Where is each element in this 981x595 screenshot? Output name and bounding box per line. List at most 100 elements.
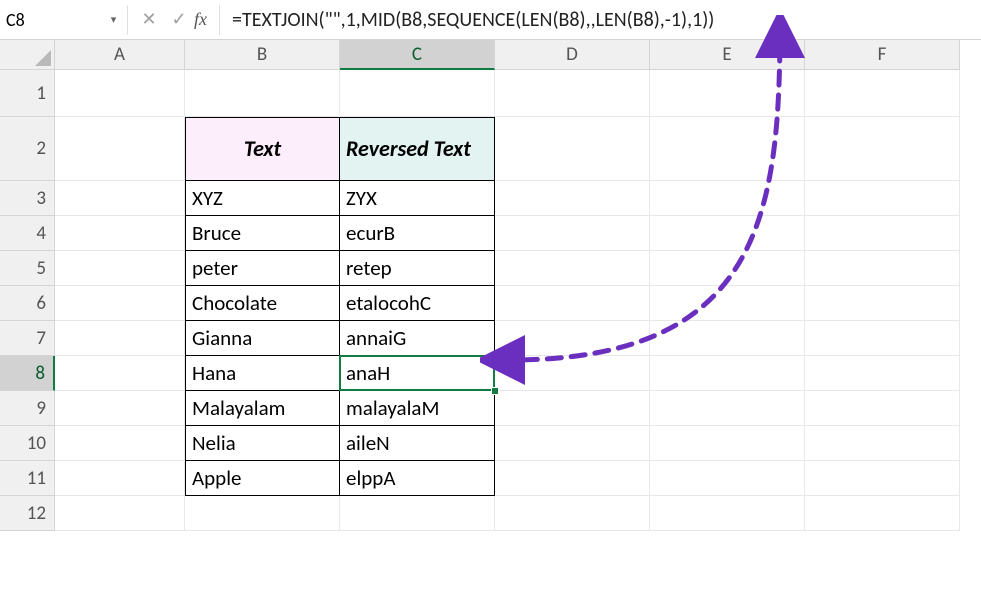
cell-F6[interactable] bbox=[805, 286, 960, 321]
cell-C7[interactable]: annaiG bbox=[340, 321, 495, 356]
spreadsheet-grid: A B C D E F 1 2 3 4 5 6 7 8 9 10 11 12 T… bbox=[0, 40, 981, 531]
cell-F8[interactable] bbox=[805, 356, 960, 391]
row-header-6[interactable]: 6 bbox=[0, 286, 55, 321]
column-header-C[interactable]: C bbox=[340, 40, 495, 70]
row-header-8[interactable]: 8 bbox=[0, 356, 55, 391]
cell-F5[interactable] bbox=[805, 251, 960, 286]
cell-D1[interactable] bbox=[495, 70, 650, 117]
cell-C4[interactable]: ecurB bbox=[340, 216, 495, 251]
column-header-B[interactable]: B bbox=[185, 40, 340, 70]
formula-input[interactable]: =TEXTJOIN("",1,MID(B8,SEQUENCE(LEN(B8),,… bbox=[219, 5, 981, 35]
fill-handle[interactable] bbox=[491, 387, 499, 395]
row-header-9[interactable]: 9 bbox=[0, 391, 55, 426]
cell-A3[interactable] bbox=[55, 181, 185, 216]
cell-D3[interactable] bbox=[495, 181, 650, 216]
name-box-dropdown[interactable]: ▾ bbox=[100, 5, 128, 35]
cell-B6[interactable]: Chocolate bbox=[185, 286, 340, 321]
column-header-E[interactable]: E bbox=[650, 40, 805, 70]
column-header-A[interactable]: A bbox=[55, 40, 185, 70]
cell-C1[interactable] bbox=[340, 70, 495, 117]
cell-B9[interactable]: Malayalam bbox=[185, 391, 340, 426]
cell-E7[interactable] bbox=[650, 321, 805, 356]
cell-C9[interactable]: malayalaM bbox=[340, 391, 495, 426]
cell-B5[interactable]: peter bbox=[185, 251, 340, 286]
cell-F3[interactable] bbox=[805, 181, 960, 216]
cell-F7[interactable] bbox=[805, 321, 960, 356]
cell-A6[interactable] bbox=[55, 286, 185, 321]
cell-C3[interactable]: ZYX bbox=[340, 181, 495, 216]
column-header-F[interactable]: F bbox=[805, 40, 960, 70]
cell-E2[interactable] bbox=[650, 117, 805, 181]
cell-A12[interactable] bbox=[55, 496, 185, 531]
row-header-4[interactable]: 4 bbox=[0, 216, 55, 251]
cell-D9[interactable] bbox=[495, 391, 650, 426]
cell-B7[interactable]: Gianna bbox=[185, 321, 340, 356]
cell-E5[interactable] bbox=[650, 251, 805, 286]
cell-B8[interactable]: Hana bbox=[185, 356, 340, 391]
cell-A8[interactable] bbox=[55, 356, 185, 391]
cell-B11[interactable]: Apple bbox=[185, 461, 340, 496]
cell-C6[interactable]: etalocohC bbox=[340, 286, 495, 321]
insert-function-button[interactable]: fx bbox=[194, 9, 207, 30]
cell-D4[interactable] bbox=[495, 216, 650, 251]
row-header-5[interactable]: 5 bbox=[0, 251, 55, 286]
cell-C10[interactable]: aileN bbox=[340, 426, 495, 461]
cell-A4[interactable] bbox=[55, 216, 185, 251]
row-header-10[interactable]: 10 bbox=[0, 426, 55, 461]
cell-F4[interactable] bbox=[805, 216, 960, 251]
cell-C8[interactable]: anaH bbox=[340, 356, 495, 391]
name-box[interactable]: C8 bbox=[0, 5, 100, 35]
cell-E10[interactable] bbox=[650, 426, 805, 461]
cell-C12[interactable] bbox=[340, 496, 495, 531]
cell-F9[interactable] bbox=[805, 391, 960, 426]
cell-E3[interactable] bbox=[650, 181, 805, 216]
cell-A1[interactable] bbox=[55, 70, 185, 117]
cell-E1[interactable] bbox=[650, 70, 805, 117]
select-all-triangle[interactable] bbox=[0, 40, 55, 70]
cell-C2[interactable]: Reversed Text bbox=[340, 117, 495, 181]
row-header-11[interactable]: 11 bbox=[0, 461, 55, 496]
cell-E12[interactable] bbox=[650, 496, 805, 531]
cell-A10[interactable] bbox=[55, 426, 185, 461]
column-header-D[interactable]: D bbox=[495, 40, 650, 70]
cell-B2[interactable]: Text bbox=[185, 117, 340, 181]
cell-A9[interactable] bbox=[55, 391, 185, 426]
cell-F2[interactable] bbox=[805, 117, 960, 181]
accept-formula-button[interactable]: ✓ bbox=[164, 9, 194, 30]
row-header-12[interactable]: 12 bbox=[0, 496, 55, 531]
cell-D6[interactable] bbox=[495, 286, 650, 321]
cell-E4[interactable] bbox=[650, 216, 805, 251]
cell-E6[interactable] bbox=[650, 286, 805, 321]
cell-F11[interactable] bbox=[805, 461, 960, 496]
cell-D11[interactable] bbox=[495, 461, 650, 496]
row-header-2[interactable]: 2 bbox=[0, 117, 55, 181]
cell-B1[interactable] bbox=[185, 70, 340, 117]
cell-E8[interactable] bbox=[650, 356, 805, 391]
cell-F10[interactable] bbox=[805, 426, 960, 461]
cell-B3[interactable]: XYZ bbox=[185, 181, 340, 216]
row-header-1[interactable]: 1 bbox=[0, 70, 55, 117]
cell-A2[interactable] bbox=[55, 117, 185, 181]
cell-C5[interactable]: retep bbox=[340, 251, 495, 286]
cell-B4[interactable]: Bruce bbox=[185, 216, 340, 251]
cell-A5[interactable] bbox=[55, 251, 185, 286]
cells-area[interactable]: Text Reversed Text XYZ ZYX Bruce ecurB p… bbox=[55, 70, 981, 531]
row-header-3[interactable]: 3 bbox=[0, 181, 55, 216]
cell-D8[interactable] bbox=[495, 356, 650, 391]
row-header-7[interactable]: 7 bbox=[0, 321, 55, 356]
cell-F12[interactable] bbox=[805, 496, 960, 531]
cell-E9[interactable] bbox=[650, 391, 805, 426]
cell-A11[interactable] bbox=[55, 461, 185, 496]
cell-D10[interactable] bbox=[495, 426, 650, 461]
cell-F1[interactable] bbox=[805, 70, 960, 117]
cell-E11[interactable] bbox=[650, 461, 805, 496]
cell-B10[interactable]: Nelia bbox=[185, 426, 340, 461]
cell-D2[interactable] bbox=[495, 117, 650, 181]
cell-A7[interactable] bbox=[55, 321, 185, 356]
cell-C11[interactable]: elppA bbox=[340, 461, 495, 496]
cancel-formula-button[interactable]: ✕ bbox=[134, 9, 164, 30]
cell-D12[interactable] bbox=[495, 496, 650, 531]
cell-B12[interactable] bbox=[185, 496, 340, 531]
cell-D5[interactable] bbox=[495, 251, 650, 286]
cell-D7[interactable] bbox=[495, 321, 650, 356]
